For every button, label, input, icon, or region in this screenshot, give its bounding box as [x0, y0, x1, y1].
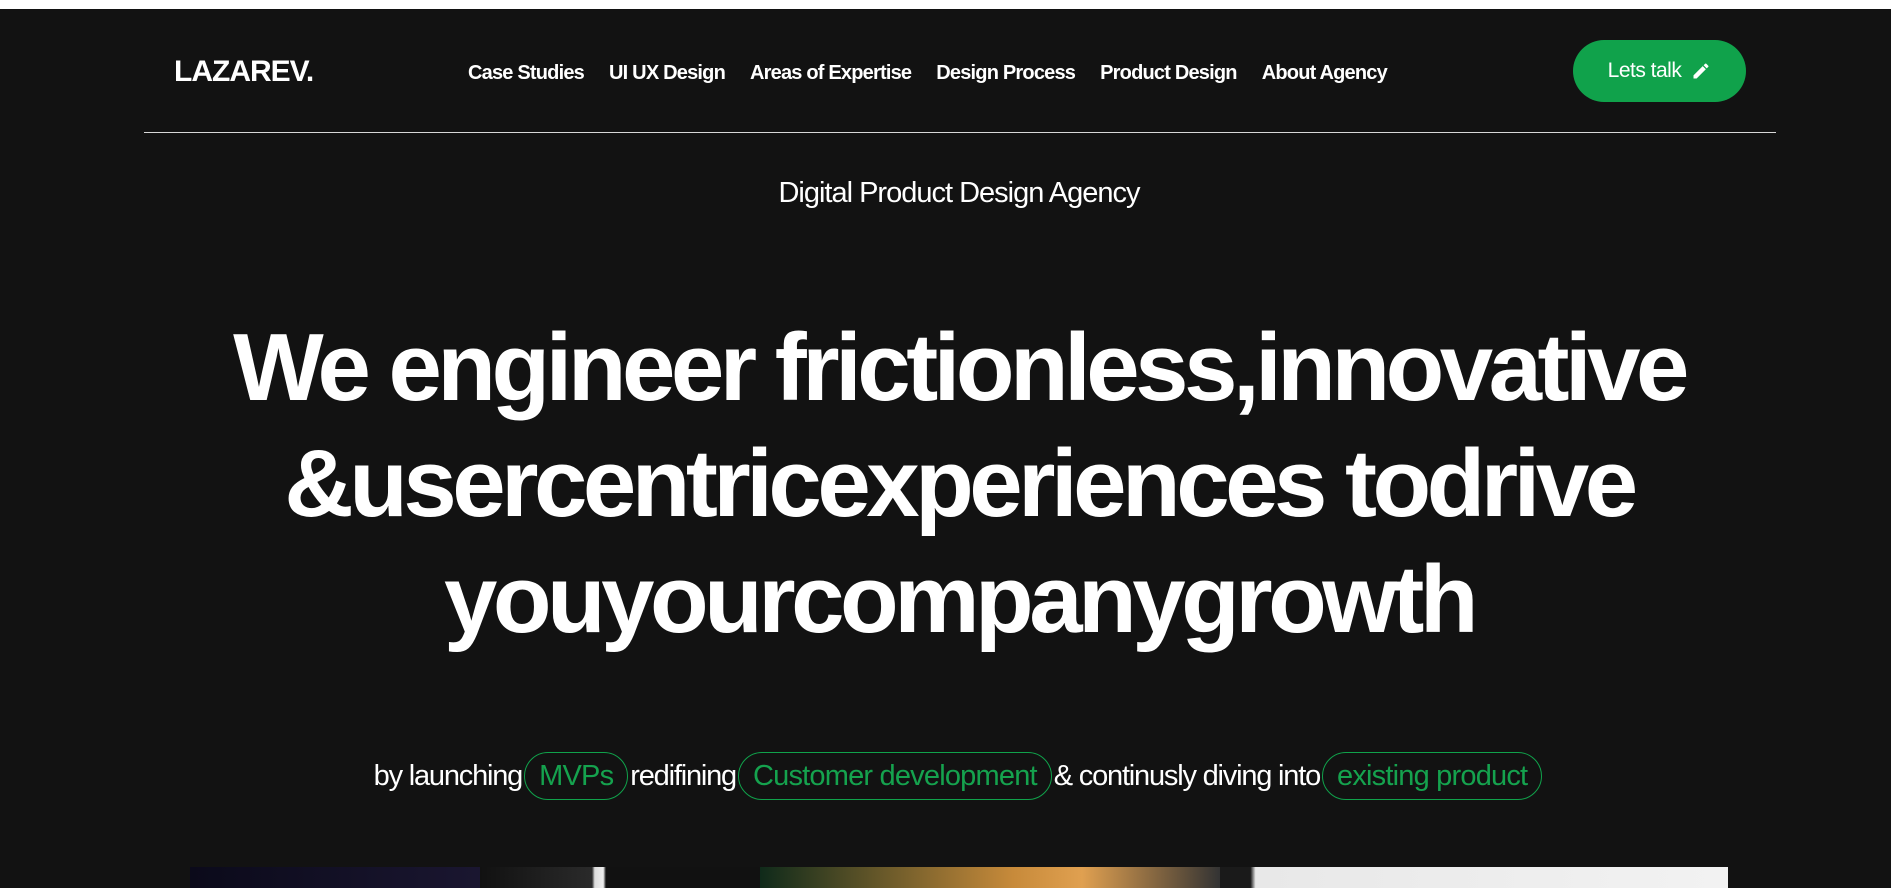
headline-line-2: &usercentricexperiences todrive: [284, 430, 1638, 537]
main-nav: Case Studies UI UX Design Areas of Exper…: [468, 61, 1388, 85]
tagline-text-2: redifining: [630, 759, 737, 792]
browser-top-edge: [0, 0, 1891, 9]
nav-item-ui-ux-design[interactable]: UI UX Design: [609, 61, 726, 85]
pill-customer-development[interactable]: Customer development: [737, 752, 1052, 800]
hero-headline: We engineer frictionless,innovative &use…: [0, 310, 1891, 658]
nav-item-product-design[interactable]: Product Design: [1100, 61, 1237, 85]
hero-tagline: by launching MVPs redifining Customer de…: [0, 752, 1891, 800]
nav-item-design-process[interactable]: Design Process: [936, 61, 1076, 85]
nav-item-about-agency[interactable]: About Agency: [1262, 61, 1388, 85]
lets-talk-label: Lets talk: [1607, 59, 1682, 82]
pill-mvps[interactable]: MVPs: [524, 752, 629, 800]
hero-subtitle: Digital Product Design Agency: [778, 177, 1140, 209]
tagline-text-3: & continusly diving into: [1053, 759, 1321, 792]
case-thumbnail[interactable]: [190, 867, 480, 888]
header-divider: [144, 132, 1776, 133]
case-thumbnail[interactable]: [480, 867, 760, 888]
nav-item-areas-of-expertise[interactable]: Areas of Expertise: [750, 61, 912, 85]
headline-line-3: youyourcompanygrowth: [443, 546, 1479, 653]
logo[interactable]: LAZAREV.: [174, 57, 314, 87]
pill-existing-product[interactable]: existing product: [1322, 752, 1543, 800]
nav-item-case-studies[interactable]: Case Studies: [468, 61, 585, 85]
lets-talk-button[interactable]: Lets talk: [1573, 40, 1746, 102]
case-thumbnail[interactable]: [760, 867, 1220, 888]
case-thumbnail[interactable]: [1220, 867, 1728, 888]
headline-line-1: We engineer frictionless,innovative: [233, 314, 1689, 421]
pencil-icon: [1693, 63, 1709, 79]
tagline-text-1: by launching: [373, 759, 524, 792]
case-gallery: [190, 867, 1728, 888]
